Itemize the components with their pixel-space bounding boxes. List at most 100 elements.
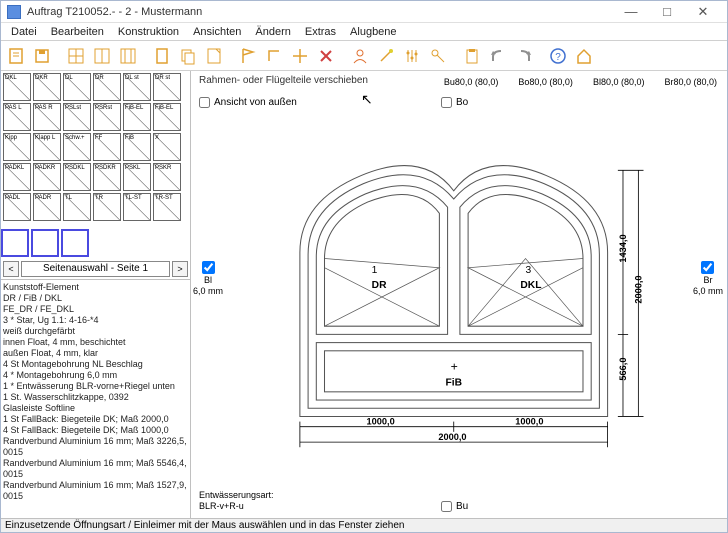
menu-alugbene[interactable]: Alugbene (344, 25, 403, 39)
palette-PSKR[interactable]: PSKR (153, 163, 181, 191)
info-line: Glasleiste Softline (3, 403, 188, 414)
menu-bearbeiten[interactable]: Bearbeiten (45, 25, 110, 39)
undo-icon[interactable] (487, 45, 509, 67)
palette-TR[interactable]: TR (93, 193, 121, 221)
split-icon[interactable] (91, 45, 113, 67)
svg-text:?: ? (555, 52, 561, 63)
palette-Kipp[interactable]: Kipp (3, 133, 31, 161)
palette-PSDKL[interactable]: PSDKL (63, 163, 91, 191)
info-line: innen Float, 4 mm, beschichtet (3, 337, 188, 348)
palette-TL[interactable]: TL (63, 193, 91, 221)
info-line: Kunststoff-Element (3, 282, 188, 293)
note-icon[interactable] (203, 45, 225, 67)
menu-extras[interactable]: Extras (299, 25, 342, 39)
delete-icon[interactable] (315, 45, 337, 67)
app-icon (7, 5, 21, 19)
flag-icon[interactable] (237, 45, 259, 67)
info-box: Kunststoff-ElementDR / FiB / DKLFE_DR / … (1, 279, 190, 518)
palette-blue-1[interactable] (1, 229, 29, 257)
grid-icon[interactable] (65, 45, 87, 67)
palette-blue-3[interactable] (61, 229, 89, 257)
info-line: 1 St FallBack: Biegeteile DK; Maß 2000,0 (3, 414, 188, 425)
drawing-canvas[interactable]: 1 DR 3 DKL FiB + 1000,0 1000,0 2000,0 (211, 119, 717, 478)
cursor-icon: ↖ (361, 91, 373, 108)
palette-FiB[interactable]: FiB (123, 133, 151, 161)
info-line: 4 St FallBack: Biegeteile DK; Maß 1000,0 (3, 425, 188, 436)
chk-outside-label: Ansicht von außen (214, 97, 297, 108)
status-bar: Einzusetzende Öffnungsart / Einleimer mi… (1, 518, 727, 532)
menubar: Datei Bearbeiten Konstruktion Ansichten … (1, 23, 727, 41)
help-icon[interactable]: ? (547, 45, 569, 67)
svg-text:2000,0: 2000,0 (633, 275, 643, 303)
palette-FiB-EL[interactable]: FiB-EL (153, 103, 181, 131)
pager-next[interactable]: > (172, 261, 188, 277)
menu-aendern[interactable]: Ändern (249, 25, 296, 39)
corner-icon[interactable] (263, 45, 285, 67)
copy-icon[interactable] (177, 45, 199, 67)
user-icon[interactable] (349, 45, 371, 67)
svg-text:1000,0: 1000,0 (515, 417, 543, 427)
palette-FiB-EL[interactable]: FiB-EL (123, 103, 151, 131)
palette-PADL[interactable]: PADL (3, 193, 31, 221)
palette-DR[interactable]: DR (93, 73, 121, 101)
info-line: Randverbund Aluminium 16 mm; Maß 1527,9,… (3, 480, 188, 502)
chk-bo[interactable] (441, 97, 452, 108)
svg-text:1000,0: 1000,0 (367, 417, 395, 427)
maximize-button[interactable]: □ (649, 2, 685, 22)
palette-PADR[interactable]: PADR (33, 193, 61, 221)
palette-PSLst[interactable]: PSLst (63, 103, 91, 131)
svg-text:+: + (451, 359, 458, 373)
palette-PAS-R[interactable]: PAS R (33, 103, 61, 131)
palette-Schw.+[interactable]: Schw.+ (63, 133, 91, 161)
minimize-button[interactable]: — (613, 2, 649, 22)
key-icon[interactable] (427, 45, 449, 67)
pager-label[interactable]: Seitenauswahl - Seite 1 (21, 261, 170, 277)
palette-blue-2[interactable] (31, 229, 59, 257)
palette-X[interactable]: X (153, 133, 181, 161)
palette-DR-st[interactable]: DR st (153, 73, 181, 101)
chk-outside[interactable] (199, 97, 210, 108)
new-icon[interactable] (5, 45, 27, 67)
palette-FF[interactable]: FF (93, 133, 121, 161)
pager-prev[interactable]: < (3, 261, 19, 277)
palette-Klapp-L[interactable]: Klapp L (33, 133, 61, 161)
palette-PADKR[interactable]: PADKR (33, 163, 61, 191)
info-line: DR / FiB / DKL (3, 293, 188, 304)
clipboard-icon[interactable] (461, 45, 483, 67)
ent-val: BLR-v+R-u (199, 501, 274, 512)
palette-PSDKR[interactable]: PSDKR (93, 163, 121, 191)
dim-bo: Bo80,0 (80,0) (518, 77, 573, 87)
svg-text:566,0: 566,0 (618, 357, 628, 380)
palette-PAS-L[interactable]: PAS L (3, 103, 31, 131)
svg-text:1: 1 (372, 265, 378, 276)
chk-bu[interactable] (441, 501, 452, 512)
save-icon[interactable] (31, 45, 53, 67)
palette-TL-ST[interactable]: TL-ST (123, 193, 151, 221)
page-icon[interactable] (151, 45, 173, 67)
palette: DKLDKRDLDRDL stDR st PAS LPAS RPSLstPSRst… (1, 71, 190, 225)
palette-DL-st[interactable]: DL st (123, 73, 151, 101)
palette-DL[interactable]: DL (63, 73, 91, 101)
palette-PSKL[interactable]: PSKL (123, 163, 151, 191)
settings-icon[interactable] (401, 45, 423, 67)
palette-DKL[interactable]: DKL (3, 73, 31, 101)
palette-PADKL[interactable]: PADKL (3, 163, 31, 191)
menu-ansichten[interactable]: Ansichten (187, 25, 247, 39)
toolbar: ? (1, 41, 727, 71)
dim-br: Br80,0 (80,0) (664, 77, 717, 87)
menu-datei[interactable]: Datei (5, 25, 43, 39)
svg-text:FiB: FiB (446, 378, 463, 389)
cross-icon[interactable] (289, 45, 311, 67)
wand-icon[interactable] (375, 45, 397, 67)
info-line: 4 * Montagebohrung 6,0 mm (3, 370, 188, 381)
close-button[interactable]: ✕ (685, 2, 721, 22)
info-line: 3 * Star, Ug 1.1: 4-16-*4 (3, 315, 188, 326)
home-icon[interactable] (573, 45, 595, 67)
menu-konstruktion[interactable]: Konstruktion (112, 25, 185, 39)
palette-DKR[interactable]: DKR (33, 73, 61, 101)
frame-icon[interactable] (117, 45, 139, 67)
svg-text:2000,0: 2000,0 (438, 432, 466, 442)
redo-icon[interactable] (513, 45, 535, 67)
palette-PSRst[interactable]: PSRst (93, 103, 121, 131)
palette-TR-ST[interactable]: TR-ST (153, 193, 181, 221)
